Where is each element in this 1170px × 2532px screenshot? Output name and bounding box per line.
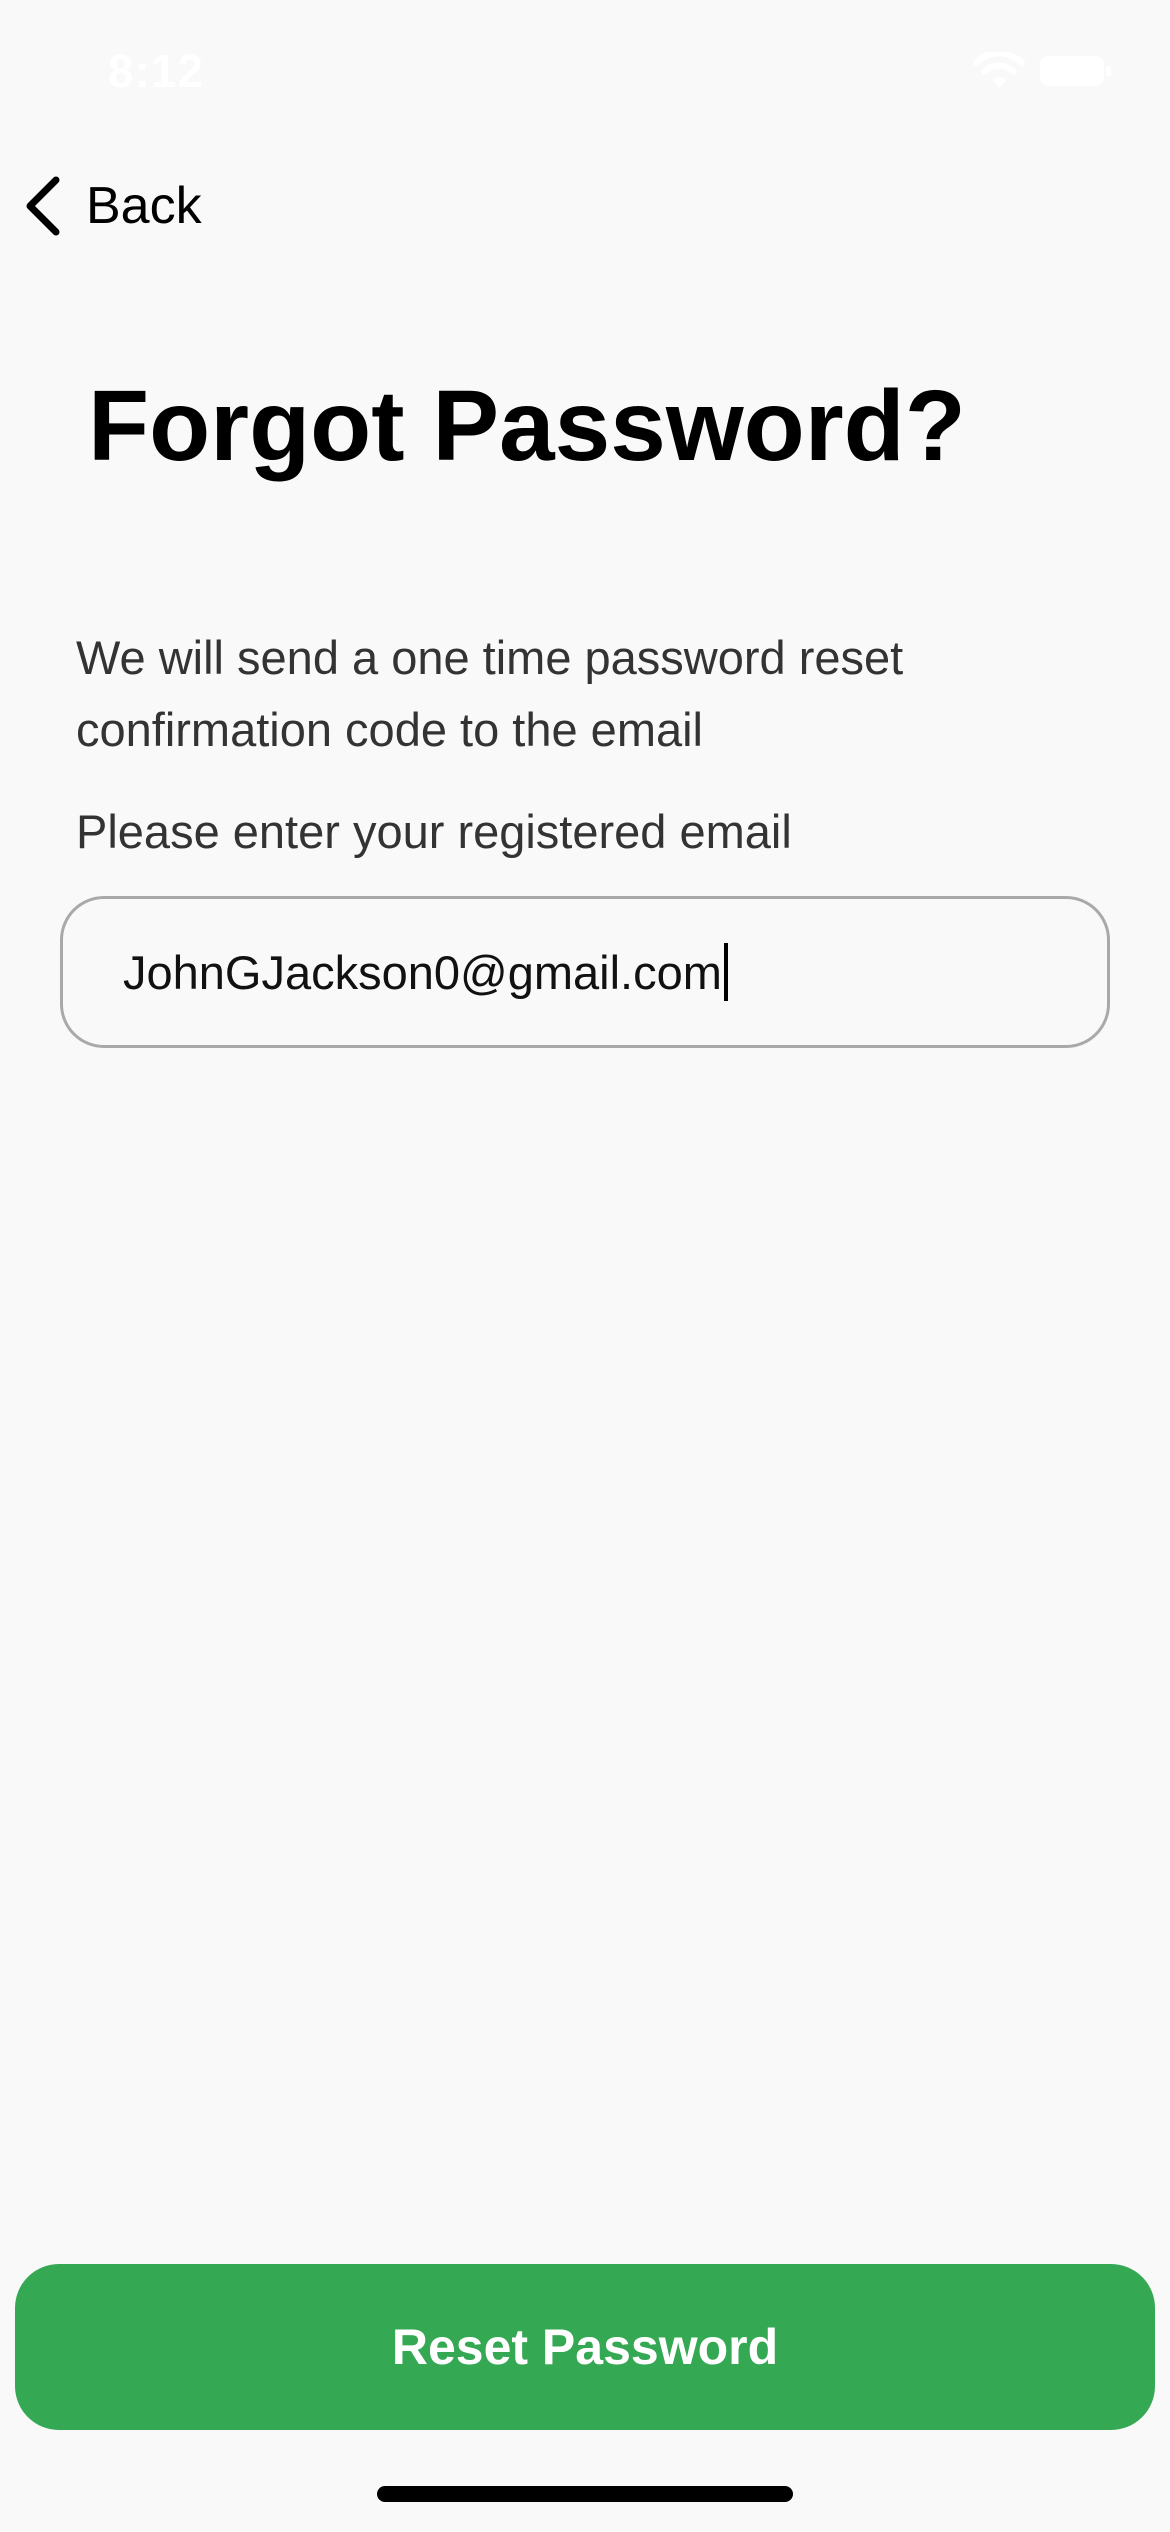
home-indicator[interactable]: [377, 2486, 793, 2502]
email-field-value: JohnGJackson0@gmail.com: [123, 945, 722, 999]
description-text: We will send a one time password reset c…: [76, 631, 904, 756]
back-button[interactable]: Back: [22, 170, 202, 242]
page-title: Forgot Password?: [88, 370, 966, 482]
back-label: Back: [86, 177, 202, 235]
battery-icon: [1040, 56, 1111, 86]
reset-password-button[interactable]: Reset Password: [15, 2264, 1155, 2430]
chevron-left-icon: [26, 176, 60, 236]
email-field[interactable]: JohnGJackson0@gmail.com: [60, 896, 1110, 1048]
status-time: 8:12: [108, 45, 205, 97]
email-prompt-label: Please enter your registered email: [76, 805, 792, 858]
wifi-icon: [973, 52, 1025, 88]
text-cursor: [723, 943, 728, 1001]
status-bar: 8:12: [0, 0, 1170, 140]
